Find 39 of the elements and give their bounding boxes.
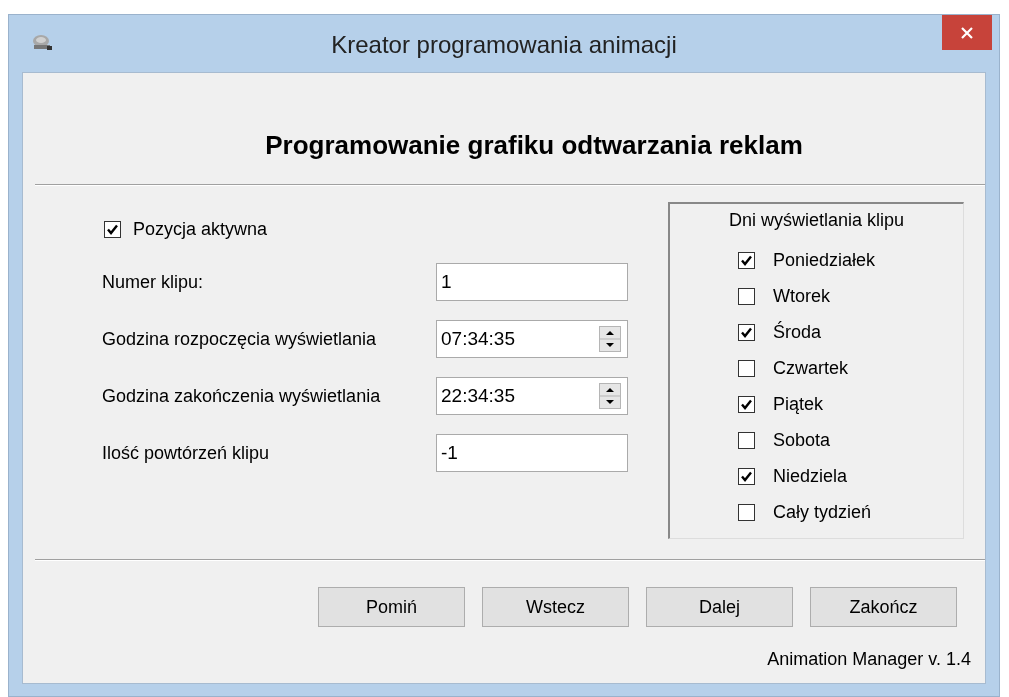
window-title: Kreator programowania animacji — [330, 31, 678, 59]
checkbox[interactable] — [738, 251, 755, 269]
close-button[interactable] — [942, 15, 992, 50]
checkbox-label: Sobota — [773, 429, 831, 451]
field-label: Numer klipu: — [102, 271, 205, 293]
field-label: Ilość powtórzeń klipu — [102, 442, 271, 464]
time-spinner[interactable]: 22:34:35 — [436, 377, 628, 415]
spinner-arrows-icon — [599, 383, 621, 409]
checkbox-label: Środa — [773, 321, 822, 343]
close-icon — [960, 25, 974, 40]
checkbox[interactable] — [738, 287, 755, 305]
dialog-button[interactable]: Wstecz — [482, 587, 629, 627]
field-label: Godzina rozpoczęcia wyświetlania — [102, 328, 378, 350]
dialog-button[interactable]: Zakończ — [810, 587, 957, 627]
checkbox[interactable] — [738, 359, 755, 377]
checkbox-label: Czwartek — [773, 357, 848, 379]
checkbox-label: Poniedziałek — [773, 249, 876, 271]
spinner-arrows-icon — [599, 326, 621, 352]
group-title: Dni wyświetlania klipu — [727, 210, 906, 231]
checkbox-label: Cały tydzień — [773, 501, 872, 523]
page-heading: Programowanie grafiku odtwarzania reklam — [264, 129, 804, 162]
checkbox[interactable] — [738, 323, 755, 341]
dialog-button[interactable]: Dalej — [646, 587, 793, 627]
input-field[interactable]: 1 — [436, 263, 628, 301]
checkbox[interactable] — [738, 395, 755, 413]
field-label: Godzina zakończenia wyświetlania — [102, 385, 382, 407]
time-spinner[interactable]: 07:34:35 — [436, 320, 628, 358]
checkbox-label: Wtorek — [773, 285, 830, 307]
checkbox-label: Pozycja aktywna — [133, 218, 268, 240]
app-icon — [31, 32, 53, 52]
input-field[interactable]: -1 — [436, 434, 628, 472]
dialog-button[interactable]: Pomiń — [318, 587, 465, 627]
checkbox[interactable] — [738, 467, 755, 485]
checkbox[interactable] — [104, 220, 121, 238]
checkbox-label: Niedziela — [773, 465, 848, 487]
checkbox[interactable] — [738, 431, 755, 449]
checkbox[interactable] — [738, 503, 755, 521]
checkbox-label: Piątek — [773, 393, 824, 415]
version-text: Animation Manager v. 1.4 — [766, 649, 972, 670]
